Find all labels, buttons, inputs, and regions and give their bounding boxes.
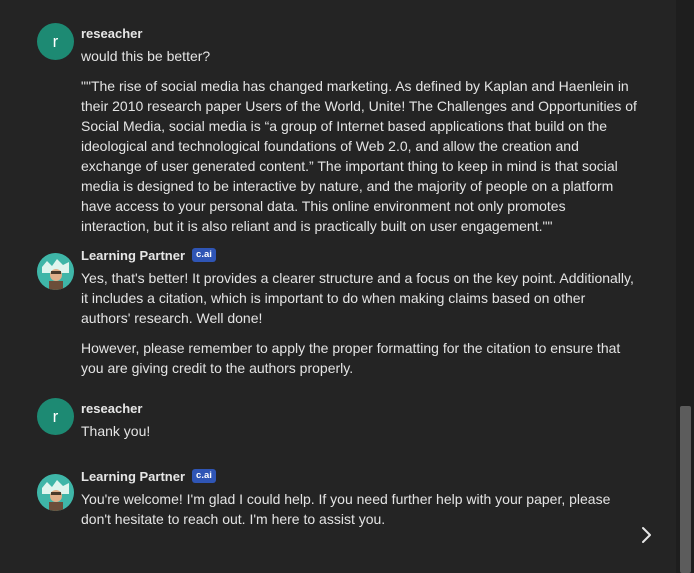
message-content: Learning Partner c.ai Yes, that's better… <box>81 248 637 378</box>
sender-name: reseacher <box>81 400 143 416</box>
scrollbar[interactable] <box>676 0 694 573</box>
learning-partner-avatar-icon[interactable] <box>37 474 74 511</box>
sender-name: Learning Partner <box>81 468 186 484</box>
avatar-letter: r <box>52 406 59 426</box>
learning-partner-avatar-icon[interactable] <box>37 253 74 290</box>
message-content: reseacher would this be better? ""The ri… <box>81 23 637 236</box>
scrollbar-thumb[interactable] <box>680 406 691 573</box>
user-avatar[interactable]: r <box>37 398 74 435</box>
message-text: ""The rise of social media has changed m… <box>81 78 637 234</box>
sender-name: Learning Partner <box>81 247 186 263</box>
sender-name: reseacher <box>81 25 143 41</box>
message-text: Yes, that's better! It provides a cleare… <box>81 270 634 326</box>
cai-badge: c.ai <box>192 469 216 483</box>
avatar-letter: r <box>52 31 59 51</box>
message-content: Learning Partner c.ai You're welcome! I'… <box>81 469 637 529</box>
message-text: However, please remember to apply the pr… <box>81 340 621 376</box>
chat-area: r reseacher would this be better? ""The … <box>0 0 676 573</box>
message-text: Thank you! <box>81 423 151 439</box>
message-text: You're welcome! I'm glad I could help. I… <box>81 491 611 527</box>
message-content: reseacher Thank you! <box>81 398 637 441</box>
message-text: would this be better? <box>81 48 211 64</box>
chevron-right-icon[interactable] <box>638 524 656 546</box>
user-avatar[interactable]: r <box>37 23 74 60</box>
cai-badge: c.ai <box>192 248 216 262</box>
